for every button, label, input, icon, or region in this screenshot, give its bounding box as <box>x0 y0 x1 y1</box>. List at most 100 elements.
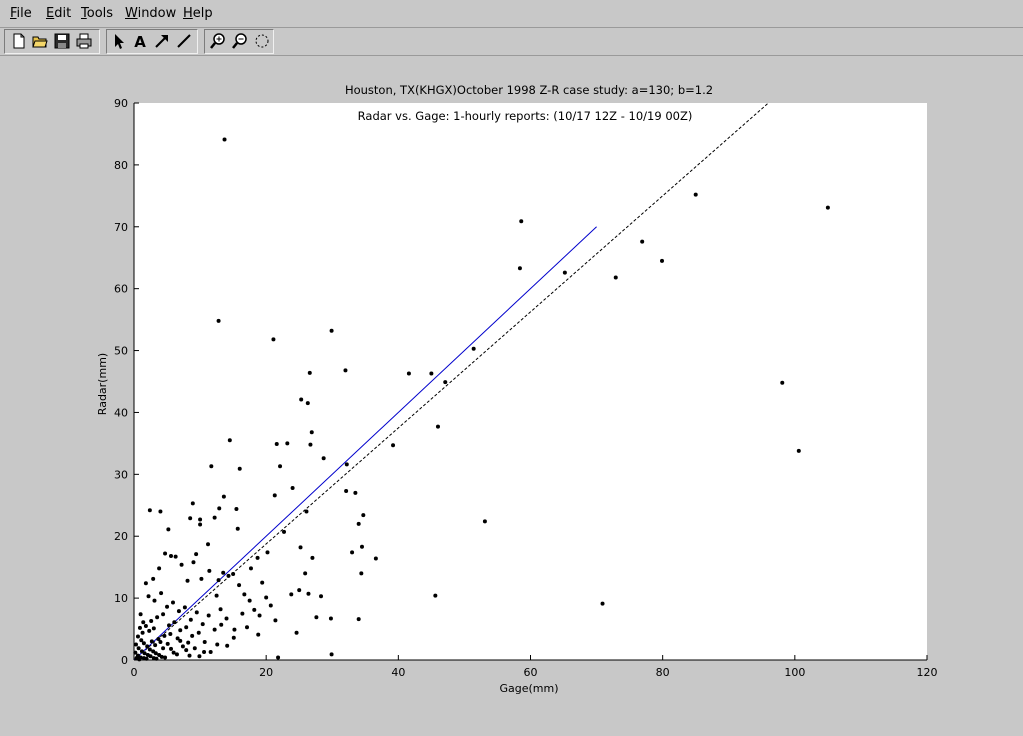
data-point <box>188 617 193 622</box>
data-point <box>190 633 195 638</box>
data-point <box>157 566 162 571</box>
data-point <box>146 594 151 599</box>
rotate-icon[interactable] <box>253 32 271 50</box>
data-point <box>174 652 179 657</box>
data-point <box>199 576 204 581</box>
y-tick-label: 60 <box>114 283 128 296</box>
line-tool-icon[interactable] <box>175 32 193 50</box>
data-point <box>221 570 226 575</box>
menu-tools[interactable]: Tools <box>81 6 113 21</box>
data-point <box>145 644 150 649</box>
data-point <box>172 620 177 625</box>
data-point <box>141 620 146 625</box>
new-file-icon[interactable] <box>10 32 28 50</box>
data-point <box>216 578 221 583</box>
data-point <box>780 380 785 385</box>
data-point <box>356 521 361 526</box>
data-point <box>237 583 242 588</box>
data-point <box>202 649 207 654</box>
y-tick-label: 30 <box>114 468 128 481</box>
data-point <box>182 605 187 610</box>
data-point <box>231 571 236 576</box>
zoom-in-icon[interactable] <box>209 32 227 50</box>
data-point <box>212 515 217 520</box>
select-arrow-icon[interactable] <box>110 32 128 50</box>
menu-edit[interactable]: Edit <box>46 6 71 21</box>
y-tick-label: 20 <box>114 530 128 543</box>
data-point <box>206 613 211 618</box>
data-point <box>353 490 358 495</box>
data-point <box>200 622 205 627</box>
data-point <box>274 442 279 447</box>
svg-text:A: A <box>134 33 146 50</box>
menu-window[interactable]: Window <box>125 6 176 21</box>
data-point <box>252 607 257 612</box>
data-point <box>273 618 278 623</box>
data-point <box>309 430 314 435</box>
data-point <box>600 601 605 606</box>
x-axis-label: Gage(mm) <box>499 682 558 695</box>
data-point <box>344 489 349 494</box>
data-point <box>356 617 361 622</box>
data-point <box>143 623 148 628</box>
data-point <box>272 493 277 498</box>
print-icon[interactable] <box>75 32 93 50</box>
data-point <box>215 642 220 647</box>
data-point <box>256 632 261 637</box>
data-point <box>214 593 219 598</box>
data-point <box>265 550 270 555</box>
arrow-tool-icon[interactable] <box>153 32 171 50</box>
data-point <box>198 517 203 522</box>
menu-help[interactable]: Help <box>183 6 213 21</box>
data-point <box>176 609 181 614</box>
data-point <box>162 633 167 638</box>
data-point <box>198 522 203 527</box>
data-point <box>299 397 304 402</box>
data-point <box>151 576 156 581</box>
data-point <box>192 646 197 651</box>
text-tool-icon[interactable]: A <box>131 32 149 50</box>
data-point <box>361 513 366 518</box>
x-tick-label: 60 <box>524 666 538 679</box>
data-point <box>307 370 312 375</box>
data-point <box>282 529 287 534</box>
data-point <box>151 626 156 631</box>
data-point <box>165 641 170 646</box>
data-point <box>271 337 276 342</box>
data-point <box>344 462 349 467</box>
data-point <box>161 646 166 651</box>
data-point <box>224 616 229 621</box>
data-point <box>173 554 178 559</box>
data-point <box>209 464 214 469</box>
data-point <box>147 628 152 633</box>
data-point <box>170 600 175 605</box>
x-tick-label: 0 <box>131 666 138 679</box>
menu-bar: File Edit Tools Window Help <box>0 0 1023 28</box>
data-point <box>137 625 142 630</box>
data-point <box>225 643 230 648</box>
data-point <box>219 622 224 627</box>
data-point <box>158 640 163 645</box>
data-point <box>153 643 158 648</box>
data-point <box>143 581 148 586</box>
data-point <box>482 519 487 524</box>
data-point <box>471 346 476 351</box>
data-point <box>217 506 222 511</box>
x-tick-label: 40 <box>391 666 405 679</box>
menu-file[interactable]: File <box>10 6 32 21</box>
data-point <box>226 573 231 578</box>
open-folder-icon[interactable] <box>31 32 49 50</box>
data-point <box>305 401 310 406</box>
data-point <box>197 654 202 659</box>
data-point <box>149 619 154 624</box>
data-point <box>202 640 207 645</box>
data-point <box>391 443 396 448</box>
data-point <box>159 591 164 596</box>
data-point <box>194 552 199 557</box>
data-point <box>237 466 242 471</box>
toolbar: A <box>0 28 1023 56</box>
data-point <box>135 655 140 660</box>
data-point <box>138 612 143 617</box>
save-icon[interactable] <box>53 32 71 50</box>
zoom-out-icon[interactable] <box>231 32 249 50</box>
